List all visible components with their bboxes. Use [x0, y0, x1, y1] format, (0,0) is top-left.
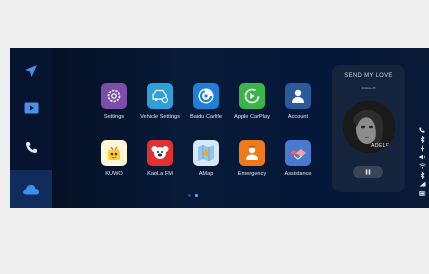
page-dot[interactable] [188, 194, 191, 197]
vehicle-settings-icon [147, 83, 173, 109]
phone-status-icon [418, 126, 426, 134]
usb-icon [418, 144, 426, 152]
assistance-icon [285, 140, 311, 166]
app-settings[interactable]: Settings [88, 83, 140, 135]
pause-button[interactable] [353, 166, 383, 178]
app-vehicle-settings[interactable]: Vehicle Settings [134, 83, 186, 135]
album-art: ADELE [343, 101, 395, 153]
sidebar [10, 48, 52, 208]
sidebar-item-video[interactable] [18, 95, 44, 121]
album-text: ADELE [371, 143, 390, 149]
account-icon [285, 83, 311, 109]
settings-icon [101, 83, 127, 109]
app-emergency[interactable]: Emergency [226, 140, 278, 192]
sidebar-item-phone[interactable] [18, 134, 44, 160]
phone-icon [25, 141, 37, 153]
video-icon [24, 102, 38, 114]
app-apple-carplay[interactable]: Apple CarPlay [226, 83, 278, 135]
cloud-icon [23, 184, 39, 194]
sidebar-item-navigation[interactable] [18, 58, 44, 84]
page-indicator [188, 194, 198, 197]
bluetooth-icon [418, 135, 426, 143]
status-bar [416, 126, 428, 202]
page-dot-active[interactable] [195, 194, 198, 197]
app-label: Baidu Carlife [189, 114, 223, 120]
app-kuwo[interactable]: KUWO [88, 140, 140, 192]
emergency-icon [239, 140, 265, 166]
app-kaola-fm[interactable]: KaoLa FM [134, 140, 186, 192]
pause-icon [365, 169, 371, 175]
app-amap[interactable]: AMap [180, 140, 232, 192]
volume-icon [418, 153, 426, 161]
music-widget[interactable]: SEND MY LOVE ADELE-25 ADELE [332, 65, 405, 192]
artist-name: ADELE-25 [361, 86, 376, 90]
car-screen: Settings Vehicle Settings Baidu Carlife … [10, 48, 429, 208]
amap-icon [193, 140, 219, 166]
app-baidu-carlife[interactable]: Baidu Carlife [180, 83, 232, 135]
signal-icon [418, 180, 426, 188]
app-label: KaoLa FM [147, 171, 173, 177]
kuwo-icon [101, 140, 127, 166]
app-label: Assistance [284, 171, 312, 177]
song-title: SEND MY LOVE [344, 73, 393, 79]
app-label: Settings [103, 114, 125, 120]
navigation-icon [25, 65, 37, 77]
apple-carplay-icon [239, 83, 265, 109]
app-label: Emergency [237, 171, 267, 177]
app-label: KUWO [105, 171, 123, 177]
battery-icon [418, 189, 426, 197]
app-label: AMap [198, 171, 214, 177]
app-assistance[interactable]: Assistance [272, 140, 324, 192]
wifi-icon [418, 162, 426, 170]
app-account[interactable]: Account [272, 83, 324, 135]
app-label: Vehicle Settings [140, 114, 180, 120]
baidu-carlife-icon [193, 83, 219, 109]
app-grid: Settings Vehicle Settings Baidu Carlife … [82, 78, 322, 208]
app-label: Apple CarPlay [234, 114, 270, 120]
app-label: Account [287, 114, 309, 120]
bluetooth-icon [418, 171, 426, 179]
kaola-fm-icon [147, 140, 173, 166]
sidebar-item-cloud[interactable] [10, 170, 52, 208]
